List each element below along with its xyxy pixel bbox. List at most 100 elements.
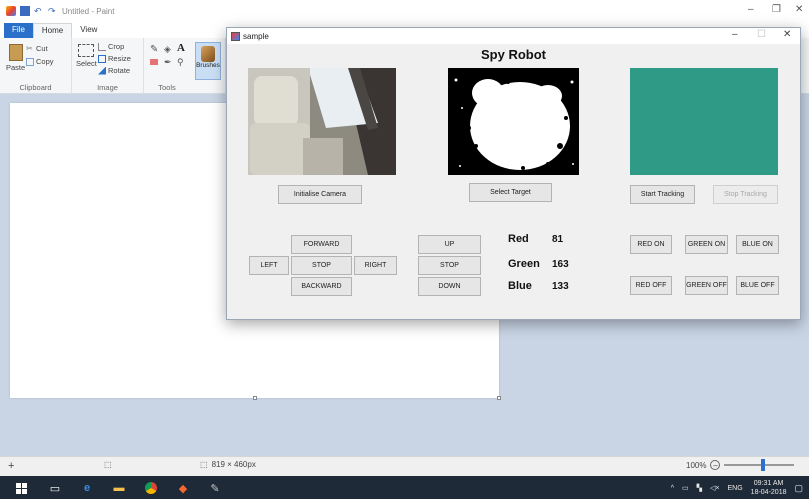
redo-icon[interactable]: ↷ (48, 6, 58, 16)
app-heading: Spy Robot (481, 47, 546, 62)
color-picker-icon[interactable]: ✒ (164, 57, 172, 68)
maximize-icon[interactable]: ❐ (772, 4, 781, 15)
vertical-stop-button[interactable]: STOP (418, 256, 481, 275)
copy-label: Copy (36, 57, 54, 66)
eraser-icon[interactable] (150, 59, 158, 65)
canvas-resize-handle-bottom[interactable] (253, 396, 257, 400)
brush-icon (201, 46, 215, 62)
sample-close-icon[interactable]: ✕ (783, 29, 791, 40)
paste-label: Paste (6, 63, 26, 72)
text-icon[interactable]: A (177, 42, 185, 54)
cut-label: Cut (36, 44, 48, 53)
edge-icon[interactable]: e (80, 481, 94, 495)
status-bar: + ⬚ ⬚ 819 × 460px 100% – (0, 456, 809, 476)
tab-view[interactable]: View (72, 23, 105, 38)
clock-time: 09:31 AM (753, 480, 784, 487)
clock[interactable]: 09:31 AM 18-04-2018 (751, 479, 787, 497)
left-button[interactable]: LEFT (249, 256, 289, 275)
mask-image (448, 68, 579, 175)
crop-icon (98, 42, 106, 51)
blue-value: 133 (552, 281, 569, 292)
sample-window-title: sample (243, 31, 269, 41)
fill-icon[interactable]: ◈ (164, 44, 171, 55)
media-player-icon[interactable]: ◆ (176, 481, 190, 495)
zoom-control: 100% – (686, 459, 795, 471)
paint-app-icon (6, 6, 16, 16)
undo-icon[interactable]: ↶ (34, 6, 44, 16)
select-icon (78, 44, 95, 57)
paste-button[interactable]: Paste (6, 44, 25, 72)
crop-button[interactable]: Crop (98, 42, 124, 51)
select-button[interactable]: Select (76, 44, 97, 68)
resize-button[interactable]: Resize (98, 54, 131, 63)
backward-button[interactable]: BACKWARD (291, 277, 352, 296)
canvas-resize-handle-corner[interactable] (497, 396, 501, 400)
battery-icon[interactable]: ▭ (682, 484, 689, 492)
system-tray: ^ ▭ ▚ ◁× ENG 09:31 AM 18-04-2018 ▢ (671, 478, 803, 498)
crop-label: Crop (108, 42, 125, 51)
image-group-label: Image (97, 83, 118, 92)
minimize-icon[interactable]: – (748, 4, 754, 15)
rotate-icon (98, 66, 106, 75)
magnifier-icon[interactable]: ⚲ (177, 57, 184, 68)
tab-home[interactable]: Home (32, 23, 73, 38)
tracking-view (630, 68, 778, 175)
green-off-button[interactable]: GREEN OFF (685, 276, 728, 295)
right-button[interactable]: RIGHT (354, 256, 397, 275)
select-label: Select (76, 59, 97, 68)
initialise-camera-button[interactable]: Initialise Camera (278, 185, 362, 204)
zoom-level-text: 100% (686, 460, 707, 470)
chevron-up-icon[interactable]: ^ (671, 485, 674, 492)
blue-on-button[interactable]: BLUE ON (736, 235, 779, 254)
camera-feed (248, 68, 396, 175)
scissors-icon: ✂ (26, 43, 33, 53)
red-value: 81 (552, 234, 564, 245)
copy-icon (26, 57, 34, 66)
tab-file[interactable]: File (4, 23, 33, 38)
clipboard-group: Paste ✂ Cut Copy Clipboard (0, 38, 72, 94)
zoom-out-icon[interactable]: – (710, 460, 721, 470)
rotate-label: Rotate (108, 66, 131, 75)
save-icon[interactable] (20, 6, 30, 16)
brushes-label: Brushes (196, 62, 220, 69)
stop-tracking-button[interactable]: Stop Tracking (713, 185, 778, 204)
close-icon[interactable]: ✕ (795, 4, 803, 15)
zoom-slider[interactable] (724, 459, 795, 471)
stop-button[interactable]: STOP (291, 256, 352, 275)
network-icon[interactable]: ▚ (697, 484, 702, 492)
green-on-button[interactable]: GREEN ON (685, 235, 728, 254)
resize-icon (98, 54, 106, 63)
select-target-button[interactable]: Select Target (469, 183, 552, 202)
task-view-icon[interactable]: ▭ (48, 481, 62, 495)
clipboard-icon (8, 44, 23, 61)
copy-button[interactable]: Copy (26, 57, 54, 66)
cut-button[interactable]: ✂ Cut (26, 44, 48, 53)
blue-off-button[interactable]: BLUE OFF (736, 276, 779, 295)
resize-label: Resize (108, 54, 131, 63)
start-tracking-button[interactable]: Start Tracking (630, 185, 695, 204)
canvas-size-readout: ⬚ 819 × 460px (200, 460, 256, 469)
volume-icon[interactable]: ◁× (710, 484, 719, 492)
red-on-button[interactable]: RED ON (630, 235, 672, 254)
chrome-icon[interactable] (144, 481, 158, 495)
canvas-size-icon: ⬚ (200, 460, 208, 469)
forward-button[interactable]: FORWARD (291, 235, 352, 254)
zoom-slider-thumb[interactable] (760, 459, 765, 471)
paint-taskbar-icon[interactable]: ✎ (208, 481, 222, 495)
down-button[interactable]: DOWN (418, 277, 481, 296)
pencil-icon[interactable]: ✎ (150, 44, 158, 55)
sample-maximize-icon[interactable]: ☐ (757, 29, 766, 40)
file-explorer-icon[interactable]: ▬ (112, 481, 126, 495)
rotate-button[interactable]: Rotate (98, 66, 130, 75)
notification-icon[interactable]: ▢ (794, 483, 803, 494)
sample-titlebar: sample – ☐ ✕ (227, 28, 800, 44)
windows-start-icon[interactable] (14, 481, 28, 495)
up-button[interactable]: UP (418, 235, 481, 254)
brushes-button[interactable]: Brushes (195, 42, 221, 80)
language-indicator[interactable]: ENG (728, 485, 743, 492)
red-off-button[interactable]: RED OFF (630, 276, 672, 295)
paint-window-title: Untitled - Paint (62, 6, 115, 16)
position-icon: + (8, 460, 15, 472)
sample-minimize-icon[interactable]: – (732, 29, 738, 40)
tools-group-label: Tools (158, 83, 176, 92)
